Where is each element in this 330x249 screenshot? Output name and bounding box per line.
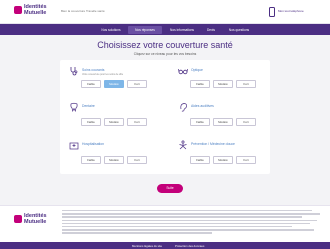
- main-nav: Nos solutions Nos réponses Nos informati…: [0, 24, 330, 35]
- category-description: Votre couverture pour les soins de ville: [82, 73, 124, 76]
- category-dentaire: Dentaire Faible Modéré Fort: [69, 102, 159, 136]
- yoga-icon: [179, 140, 187, 150]
- option-modere[interactable]: Modéré: [213, 156, 233, 164]
- level-options: Faible Modéré Fort: [81, 118, 147, 126]
- site-footer: Identités Mutuelle Mentions légales du s…: [0, 205, 330, 249]
- category-optique: Optique Faible Modéré Fort: [178, 66, 268, 100]
- page-title: Choisissez votre couverture santé: [97, 40, 233, 50]
- option-faible[interactable]: Faible: [81, 156, 101, 164]
- site-header: Identités Mutuelle Bien la couverture Tr…: [0, 0, 330, 24]
- level-options: Faible Modéré Fort: [190, 156, 256, 164]
- footer-legal-text: [62, 210, 320, 236]
- option-modere[interactable]: Modéré: [104, 118, 124, 126]
- page: Identités Mutuelle Bien la couverture Tr…: [0, 0, 330, 249]
- option-fort[interactable]: Fort: [236, 118, 256, 126]
- submit-button[interactable]: Suite: [157, 184, 183, 193]
- footer-link-mentions[interactable]: Mentions légales du site: [132, 244, 162, 248]
- hospital-icon: [69, 142, 79, 150]
- option-fort[interactable]: Fort: [127, 156, 147, 164]
- option-faible[interactable]: Faible: [81, 80, 101, 88]
- coverage-card: Soins courants Votre couverture pour les…: [60, 60, 270, 174]
- option-modere[interactable]: Modéré: [104, 80, 124, 88]
- logo-line2: Mutuelle: [24, 10, 47, 16]
- stethoscope-icon: [70, 67, 78, 76]
- category-label: Aides auditives: [191, 104, 214, 108]
- category-soins-courants: Soins courants Votre couverture pour les…: [69, 66, 159, 100]
- phone-icon: [269, 7, 275, 17]
- glasses-icon: [178, 68, 188, 75]
- header-tagline: Bien la couverture Travelle santé: [61, 9, 105, 13]
- level-options: Faible Modéré Fort: [190, 118, 256, 126]
- option-fort[interactable]: Fort: [236, 80, 256, 88]
- option-faible[interactable]: Faible: [190, 118, 210, 126]
- footer-logo-line2: Mutuelle: [24, 219, 47, 225]
- option-faible[interactable]: Faible: [190, 80, 210, 88]
- option-fort[interactable]: Fort: [127, 80, 147, 88]
- level-options: Faible Modéré Fort: [190, 80, 256, 88]
- page-subtitle: Cliquez sur ce niveau pour les vos besoi…: [133, 52, 197, 56]
- nav-item-reponses[interactable]: Nos réponses: [128, 25, 162, 34]
- option-fort[interactable]: Fort: [236, 156, 256, 164]
- site-logo[interactable]: Identités Mutuelle: [14, 3, 54, 21]
- footer-bar: Mentions légales du site Protection des …: [0, 242, 330, 249]
- phone-link[interactable]: Mon tout téléphone: [278, 9, 304, 13]
- category-label: Optique: [191, 68, 203, 72]
- category-label: Prévention / Médecine douce: [191, 142, 235, 146]
- nav-item-devis[interactable]: Devis: [201, 26, 221, 34]
- option-fort[interactable]: Fort: [127, 118, 147, 126]
- footer-link-donnees[interactable]: Protection des données: [175, 244, 204, 248]
- footer-logo[interactable]: Identités Mutuelle: [14, 212, 54, 230]
- nav-item-solutions[interactable]: Nos solutions: [94, 26, 128, 34]
- option-faible[interactable]: Faible: [81, 118, 101, 126]
- level-options: Faible Modéré Fort: [81, 156, 147, 164]
- option-modere[interactable]: Modéré: [104, 156, 124, 164]
- nav-item-informations[interactable]: Nos informations: [163, 26, 201, 34]
- logo-mark-icon: [14, 6, 22, 14]
- option-modere[interactable]: Modéré: [213, 80, 233, 88]
- category-label: Hospitalisation: [82, 142, 105, 146]
- option-faible[interactable]: Faible: [190, 156, 210, 164]
- category-aides-auditives: Aides auditives Faible Modéré Fort: [178, 102, 268, 136]
- category-prevention: Prévention / Médecine douce Faible Modér…: [178, 140, 268, 174]
- tooth-icon: [70, 102, 78, 112]
- nav-item-questions[interactable]: Nos questions: [221, 26, 257, 34]
- option-modere[interactable]: Modéré: [213, 118, 233, 126]
- category-hospitalisation: Hospitalisation Faible Modéré Fort: [69, 140, 159, 174]
- logo-mark-icon: [14, 215, 22, 223]
- level-options: Faible Modéré Fort: [81, 80, 147, 88]
- category-label: Soins courants: [82, 68, 105, 72]
- category-label: Dentaire: [82, 104, 95, 108]
- ear-icon: [180, 103, 187, 112]
